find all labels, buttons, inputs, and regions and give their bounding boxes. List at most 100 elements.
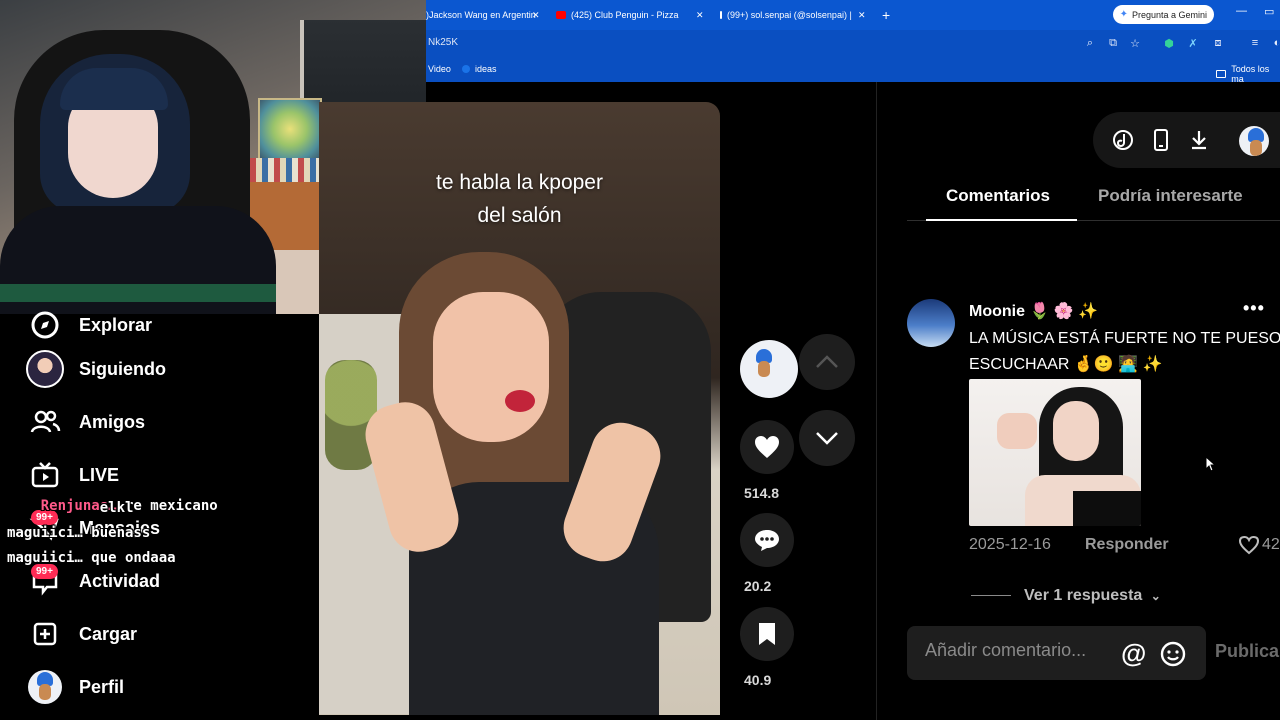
- tab-tiktok[interactable]: (99+) sol.senpai (@solsenpai) | T: [720, 4, 854, 26]
- following-avatar: [26, 350, 64, 388]
- gemini-label: Pregunta a Gemini: [1131, 9, 1207, 20]
- comment-input-box: @: [907, 626, 1206, 680]
- sidebar-item-friends[interactable]: Amigos: [26, 403, 145, 441]
- username-text: Moonie: [969, 303, 1025, 320]
- chat-message: maguiici… que ondaaa: [7, 550, 176, 566]
- youtube-icon: [556, 11, 566, 19]
- view-replies-button[interactable]: Ver 1 respuesta ⌄: [1024, 587, 1161, 605]
- sidebar-item-following[interactable]: Siguiendo: [26, 350, 166, 388]
- sweater-stripe: [0, 284, 276, 302]
- replies-rule: [971, 595, 1011, 596]
- video-toolbar: [1093, 112, 1280, 168]
- comment-avatar[interactable]: [907, 299, 955, 347]
- friends-icon: [26, 403, 64, 441]
- folder-icon: [1216, 70, 1227, 78]
- emoji-icon[interactable]: [1159, 640, 1187, 668]
- sidebar-item-label: Actividad: [79, 570, 161, 591]
- sidebar-item-label: Explorar: [79, 314, 153, 335]
- sidebar-item-label: Siguiendo: [79, 358, 166, 379]
- minimize-icon[interactable]: —: [1236, 5, 1247, 17]
- comment-input[interactable]: [925, 640, 1115, 661]
- previous-video-button[interactable]: [799, 334, 855, 390]
- username-emoji: 🌷 🌸 ✨: [1029, 303, 1099, 320]
- upload-icon: [26, 615, 64, 653]
- bookmark-icon: [759, 623, 775, 645]
- bookmark-label: ideas: [475, 64, 497, 74]
- sidebar-item-explore[interactable]: Explorar: [26, 306, 152, 344]
- sidebar-item-label: Perfil: [79, 676, 125, 697]
- video-caption: te habla la kpoper del salón: [319, 166, 720, 232]
- view-replies-label: Ver 1 respuesta: [1024, 587, 1143, 604]
- translate-extension-icon[interactable]: ✗: [1186, 36, 1200, 50]
- comment-image[interactable]: [969, 379, 1141, 526]
- comment-icon: [755, 530, 779, 551]
- restore-icon[interactable]: ▭: [1264, 5, 1274, 18]
- comment-line: ESCUCHAAR 🤞🙂 🧑‍💻 ✨: [969, 356, 1163, 373]
- tab-jackson-wang[interactable]: )Jackson Wang en Argentin: [426, 4, 548, 26]
- reply-button[interactable]: Responder: [1085, 536, 1169, 554]
- tab-label: (425) Club Penguin - Pizza: [571, 10, 679, 20]
- caption-line: del salón: [477, 204, 562, 227]
- tab-label: (99+) sol.senpai (@solsenpai) | T: [727, 10, 854, 20]
- zoom-icon[interactable]: ⌕: [1083, 36, 1097, 50]
- cam-painting: [258, 98, 322, 160]
- video-player[interactable]: te habla la kpoper del salón: [319, 102, 720, 715]
- tab-comments[interactable]: Comentarios: [946, 186, 1050, 206]
- comments-panel: Comentarios Podría interesarte Moonie 🌷 …: [876, 82, 1280, 720]
- bookmark-label: Video: [428, 64, 451, 74]
- profile-avatar: [26, 668, 64, 706]
- chat-message: elkl: [7, 500, 134, 516]
- tab-related[interactable]: Podría interesarte: [1098, 186, 1243, 206]
- profile-icon[interactable]: ◐: [1270, 36, 1280, 50]
- comment-button[interactable]: [740, 513, 794, 567]
- chevron-down-icon: [816, 432, 838, 445]
- mouse-cursor-icon: [1205, 456, 1215, 472]
- sidebar-item-profile[interactable]: Perfil: [26, 668, 124, 706]
- extensions-icon[interactable]: ⧈: [1211, 36, 1225, 50]
- troll-icon: [747, 347, 791, 391]
- tab-close-icon[interactable]: ✕: [858, 4, 870, 26]
- tab-label: )Jackson Wang en Argentin: [426, 10, 536, 20]
- gemini-button[interactable]: ✦ Pregunta a Gemini: [1112, 5, 1214, 24]
- download-icon[interactable]: [1187, 128, 1211, 152]
- video-face: [433, 292, 549, 442]
- comment-text: LA MÚSICA ESTÁ FUERTE NO TE PUESO ESCUCH…: [969, 326, 1280, 378]
- tiktok-logo-icon[interactable]: [1111, 128, 1135, 152]
- comment-date: 2025-12-16: [969, 536, 1051, 553]
- shield-extension-icon[interactable]: ⬢: [1162, 36, 1176, 50]
- image-face: [1053, 401, 1099, 461]
- bookmark-ideas[interactable]: ideas: [462, 64, 497, 74]
- like-count: 514.8: [744, 485, 780, 501]
- tab-close-icon[interactable]: ✕: [532, 4, 544, 26]
- bookmark-all[interactable]: Todos los ma: [1216, 64, 1280, 84]
- sidebar-item-upload[interactable]: Cargar: [26, 615, 137, 653]
- reading-list-icon[interactable]: ≡: [1248, 36, 1262, 50]
- comment-count: 20.2: [744, 578, 772, 594]
- cast-icon[interactable]: ⧉: [1106, 36, 1120, 50]
- new-tab-icon[interactable]: +: [882, 4, 896, 26]
- like-button[interactable]: [740, 420, 794, 474]
- mention-icon[interactable]: @: [1121, 638, 1146, 669]
- more-options-icon[interactable]: •••: [1243, 298, 1265, 319]
- image-dress: [1073, 491, 1141, 526]
- bookmark-star-icon[interactable]: ☆: [1128, 36, 1142, 50]
- bookmark-video[interactable]: Video: [428, 64, 451, 74]
- creator-avatar[interactable]: [740, 340, 798, 398]
- tab-club-penguin[interactable]: (425) Club Penguin - Pizza: [556, 4, 706, 26]
- comment-line: LA MÚSICA ESTÁ FUERTE NO TE PUESO: [969, 330, 1280, 347]
- comment-username[interactable]: Moonie 🌷 🌸 ✨: [969, 301, 1098, 321]
- save-button[interactable]: [740, 607, 794, 661]
- image-hand: [997, 413, 1037, 449]
- url-text[interactable]: Nk25K: [428, 37, 458, 48]
- next-video-button[interactable]: [799, 410, 855, 466]
- tiktok-sidebar: Explorar Siguiendo Amigos LIVE Mensajes …: [0, 311, 320, 720]
- tab-close-icon[interactable]: ✕: [696, 4, 708, 26]
- user-avatar[interactable]: [1239, 126, 1269, 156]
- phone-icon[interactable]: [1149, 128, 1173, 152]
- bookmarks-bar: Video ideas Todos los ma: [426, 56, 1280, 84]
- heart-icon: [755, 436, 779, 458]
- comment-heart-icon[interactable]: [1238, 535, 1260, 555]
- caption-line: te habla la kpoper: [436, 171, 603, 194]
- publish-button[interactable]: Publica: [1215, 641, 1279, 662]
- chevron-up-icon: [816, 355, 838, 368]
